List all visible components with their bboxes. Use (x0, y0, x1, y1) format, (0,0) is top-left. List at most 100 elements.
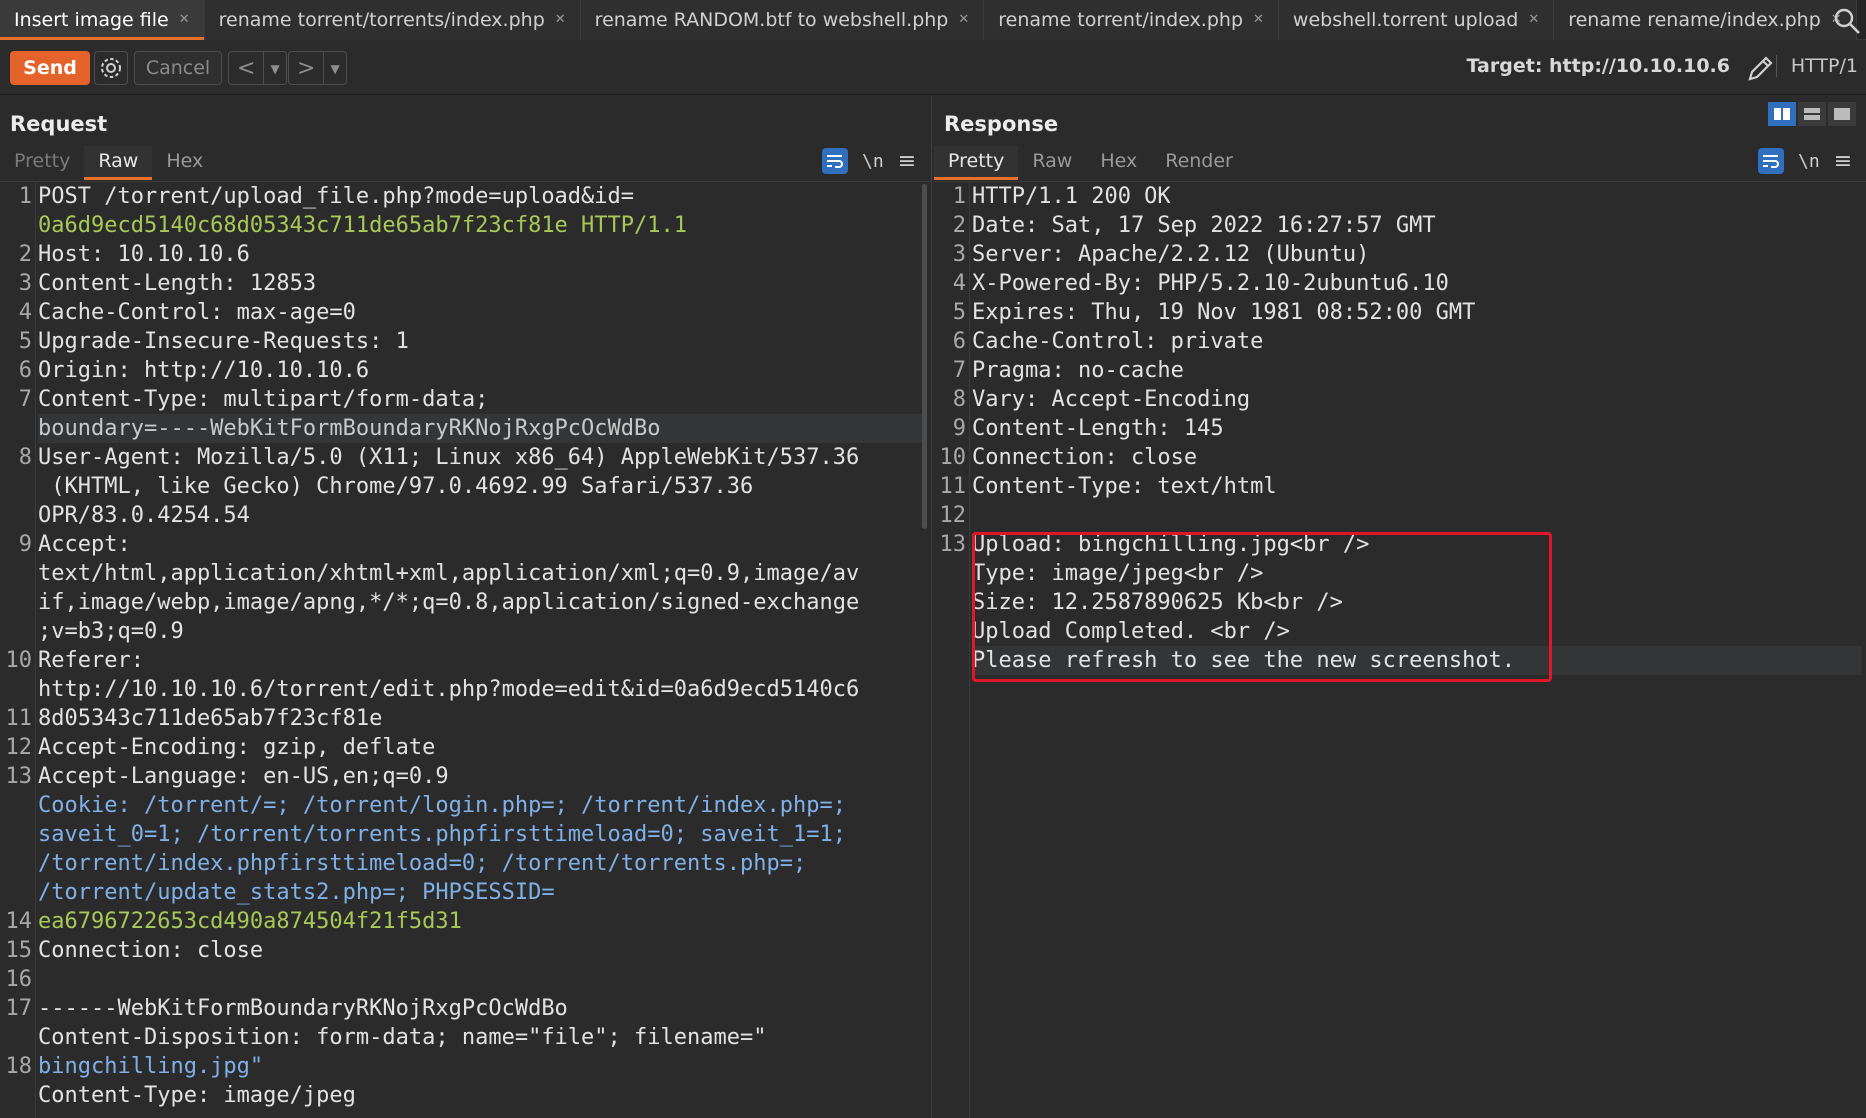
line-number: 3 (952, 242, 966, 267)
code-line: bingchilling.jpg" (38, 1054, 264, 1079)
code-line: User-Agent: Mozilla/5.0 (X11; Linux x86_… (38, 445, 860, 470)
code-line: Cookie: /torrent/=; /torrent/login.php=;… (38, 793, 846, 818)
layout-icon[interactable] (1828, 102, 1856, 126)
chevron-right-icon[interactable]: > (289, 56, 323, 81)
line-number: 1 (18, 184, 32, 209)
request-view-tabs: Pretty Raw Hex (0, 146, 217, 180)
line-number: 16 (5, 967, 33, 992)
response-editor[interactable]: 1 2 3 4 5 6 7 8 9 10 11 12 13 HTTP/1.1 2… (934, 181, 1866, 1118)
http-version-toggle[interactable]: HTTP/1 (1775, 55, 1858, 77)
layout-icon[interactable] (1798, 102, 1826, 126)
wrap-icon[interactable] (1758, 148, 1784, 174)
line-number: 5 (18, 329, 32, 354)
request-editor[interactable]: 1 2 3 4 5 6 7 8 9 10 11 12 13 14 15 16 1… (0, 181, 931, 1118)
tab-label: webshell.torrent upload (1292, 8, 1519, 31)
tab-rename-random-btf[interactable]: rename RANDOM.btf to webshell.php ✕ (580, 0, 985, 40)
tab-pretty[interactable]: Pretty (0, 146, 84, 180)
code-line: Connection: close (972, 445, 1198, 470)
tab-label: rename RANDOM.btf to webshell.php (594, 8, 949, 31)
line-number: 7 (18, 387, 32, 412)
chevron-left-icon[interactable]: < (229, 56, 263, 81)
line-number: 8 (18, 445, 32, 470)
tab-rename-torrent-index[interactable]: rename torrent/index.php ✕ (984, 0, 1279, 40)
tab-rename-rename-index[interactable]: rename rename/index.php ✕ (1554, 0, 1857, 40)
pencil-icon[interactable] (1744, 51, 1778, 85)
line-number: 4 (18, 300, 32, 325)
tab-webshell-upload[interactable]: webshell.torrent upload ✕ (1278, 0, 1555, 40)
code-line: ea6796722653cd490a874504f21f5d31 (38, 909, 462, 934)
request-panel: Request Pretty Raw Hex \n ≡ 1 2 3 4 5 6 … (0, 96, 932, 1118)
line-number: 9 (18, 532, 32, 557)
line-number: 12 (939, 503, 967, 528)
code-line: 0a6d9ecd5140c68d05343c711de65ab7f23cf81e… (38, 213, 688, 238)
line-number: 13 (939, 532, 967, 557)
menu-icon[interactable]: ≡ (1834, 149, 1852, 174)
close-icon[interactable]: ✕ (1528, 12, 1539, 27)
line-number: 6 (18, 358, 32, 383)
tab-label: Insert image file (14, 8, 169, 31)
code-line: Connection: close (38, 938, 264, 963)
newline-toggle[interactable]: \n (1798, 151, 1820, 172)
code-line: Referer: (38, 648, 144, 673)
tab-raw[interactable]: Raw (1018, 146, 1086, 180)
response-editor-tools: \n ≡ (1758, 148, 1852, 174)
tab-label: rename rename/index.php (1568, 8, 1821, 31)
tab-hex[interactable]: Hex (1086, 146, 1151, 180)
dropdown-icon[interactable]: ▼ (263, 52, 285, 84)
code-line: Accept-Encoding: gzip, deflate (38, 735, 436, 760)
code-line: HTTP/1.1 200 OK (972, 184, 1171, 209)
line-number: 12 (5, 735, 33, 760)
code-line: Size: 12.2587890625 Kb<br /> (972, 590, 1343, 615)
close-icon[interactable]: ✕ (179, 12, 190, 27)
forward-button-group[interactable]: > ▼ (288, 51, 347, 85)
code-line: Cache-Control: private (972, 329, 1264, 354)
code-line: POST /torrent/upload_file.php?mode=uploa… (38, 184, 635, 209)
code-line: (KHTML, like Gecko) Chrome/97.0.4692.99 … (38, 474, 754, 499)
close-icon[interactable]: ✕ (958, 12, 969, 27)
tab-raw[interactable]: Raw (84, 146, 153, 180)
code-line: Accept: (38, 532, 131, 557)
wrap-icon[interactable] (822, 148, 848, 174)
code-line: Pragma: no-cache (972, 358, 1184, 383)
line-number: 2 (18, 242, 32, 267)
cancel-button[interactable]: Cancel (134, 51, 222, 85)
tab-hex[interactable]: Hex (152, 146, 217, 180)
code-line: Cache-Control: max-age=0 (38, 300, 356, 325)
tab-insert-image-file[interactable]: Insert image file ✕ (0, 0, 205, 40)
code-line: 8d05343c711de65ab7f23cf81e (38, 706, 383, 731)
close-icon[interactable]: ✕ (555, 12, 566, 27)
code-line: Content-Type: multipart/form-data; (38, 387, 489, 412)
newline-toggle[interactable]: \n (862, 151, 884, 172)
response-title: Response (944, 112, 1059, 136)
tab-pretty[interactable]: Pretty (934, 146, 1019, 180)
code-line: Host: 10.10.10.6 (38, 242, 250, 267)
tab-render[interactable]: Render (1151, 146, 1247, 180)
line-number: 8 (952, 387, 966, 412)
code-line: boundary=----WebKitFormBoundaryRKNojRxgP… (38, 414, 927, 443)
line-number: 11 (5, 706, 33, 731)
search-icon[interactable] (1832, 6, 1862, 36)
code-line: Date: Sat, 17 Sep 2022 16:27:57 GMT (972, 213, 1436, 238)
line-number: 4 (952, 271, 966, 296)
code-line: Type: image/jpeg<br /> (972, 561, 1264, 586)
tab-rename-torrents-index[interactable]: rename torrent/torrents/index.php ✕ (204, 0, 581, 40)
layout-icon[interactable] (1768, 102, 1796, 126)
dropdown-icon[interactable]: ▼ (323, 52, 345, 84)
gear-icon[interactable] (94, 51, 128, 85)
line-number: 10 (939, 445, 967, 470)
code-line: Accept-Language: en-US,en;q=0.9 (38, 764, 449, 789)
line-number: 6 (952, 329, 966, 354)
menu-icon[interactable]: ≡ (898, 149, 916, 174)
code-line: Upload Completed. <br /> (972, 619, 1290, 644)
code-line: if,image/webp,image/apng,*/*;q=0.8,appli… (38, 590, 860, 615)
line-number: 10 (5, 648, 33, 673)
code-line: ------WebKitFormBoundaryRKNojRxgPcOcWdBo (38, 996, 568, 1021)
code-line: Content-Disposition: form-data; name="fi… (38, 1025, 767, 1050)
back-button-group[interactable]: < ▼ (228, 51, 287, 85)
send-button[interactable]: Send (10, 51, 90, 85)
line-number: 13 (5, 764, 33, 789)
code-line: Upgrade-Insecure-Requests: 1 (38, 329, 409, 354)
scrollbar[interactable] (922, 184, 927, 529)
close-icon[interactable]: ✕ (1253, 12, 1264, 27)
line-number: 2 (952, 213, 966, 238)
